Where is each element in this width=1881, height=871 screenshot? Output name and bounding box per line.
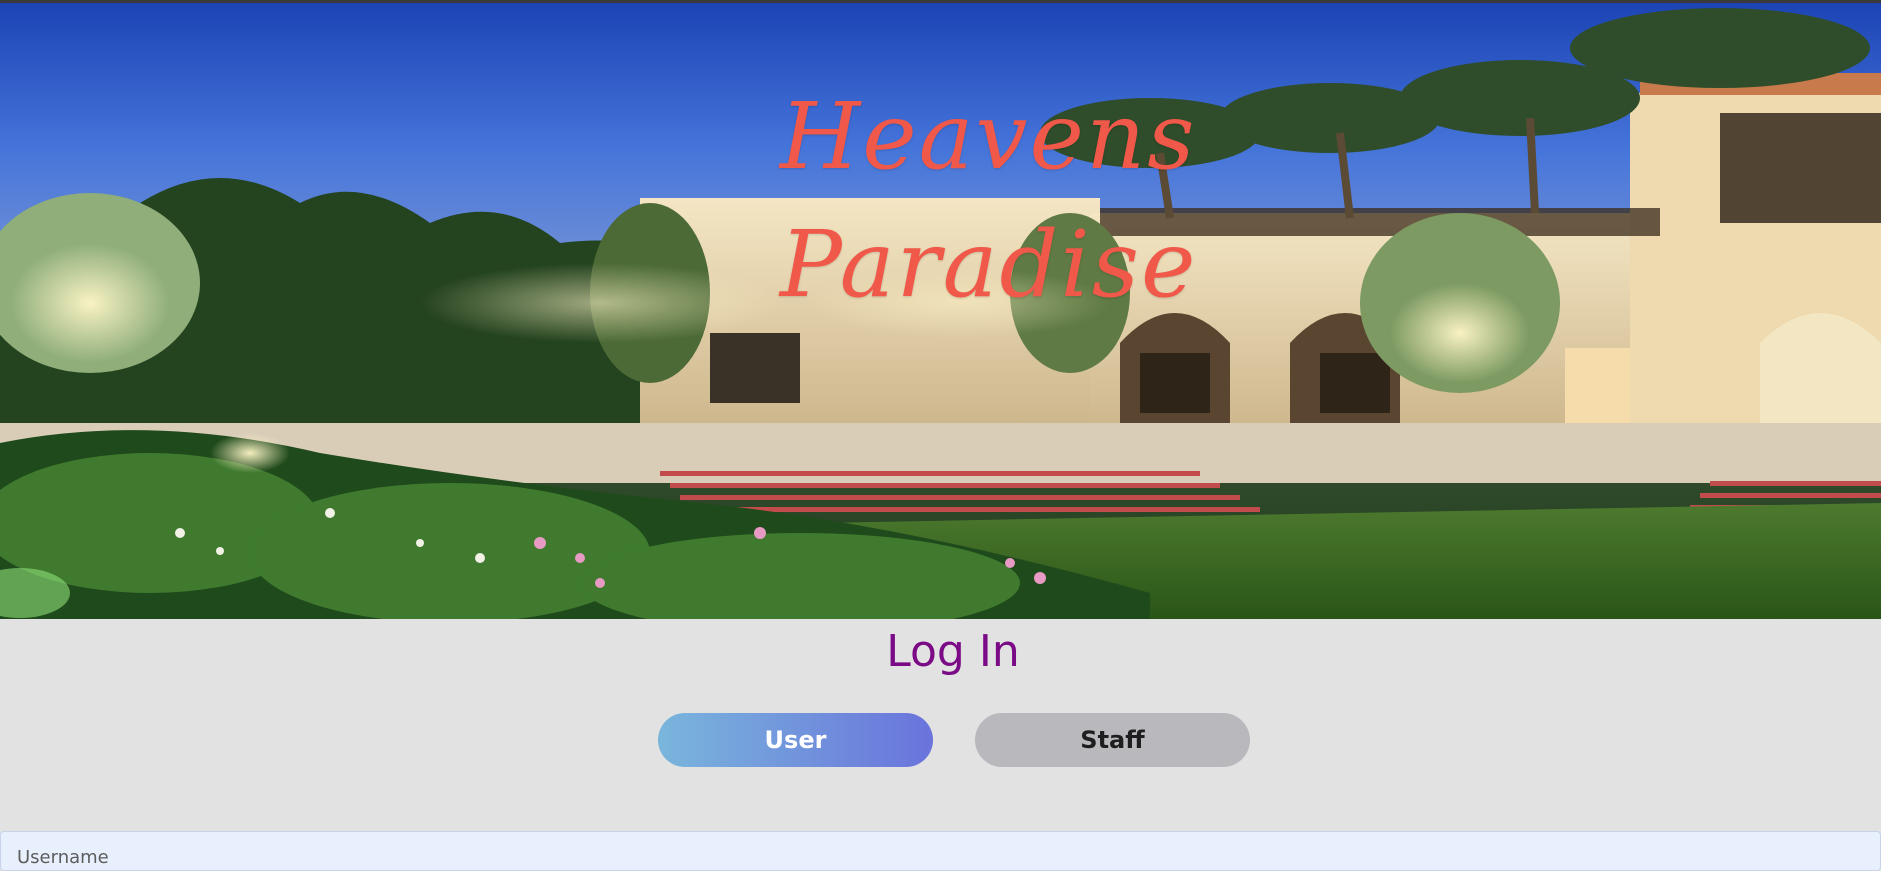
brand-line-1: Heavens (780, 83, 1197, 190)
hero-banner: Heavens Paradise (0, 3, 1881, 619)
brand-line-2: Paradise (780, 211, 1198, 318)
staff-tab-button[interactable]: Staff (975, 713, 1250, 767)
username-input[interactable] (0, 831, 1881, 871)
brand-logo: Heavens Paradise (780, 73, 1198, 329)
user-tab-button[interactable]: User (658, 713, 933, 767)
login-title: Log In (886, 626, 1020, 677)
